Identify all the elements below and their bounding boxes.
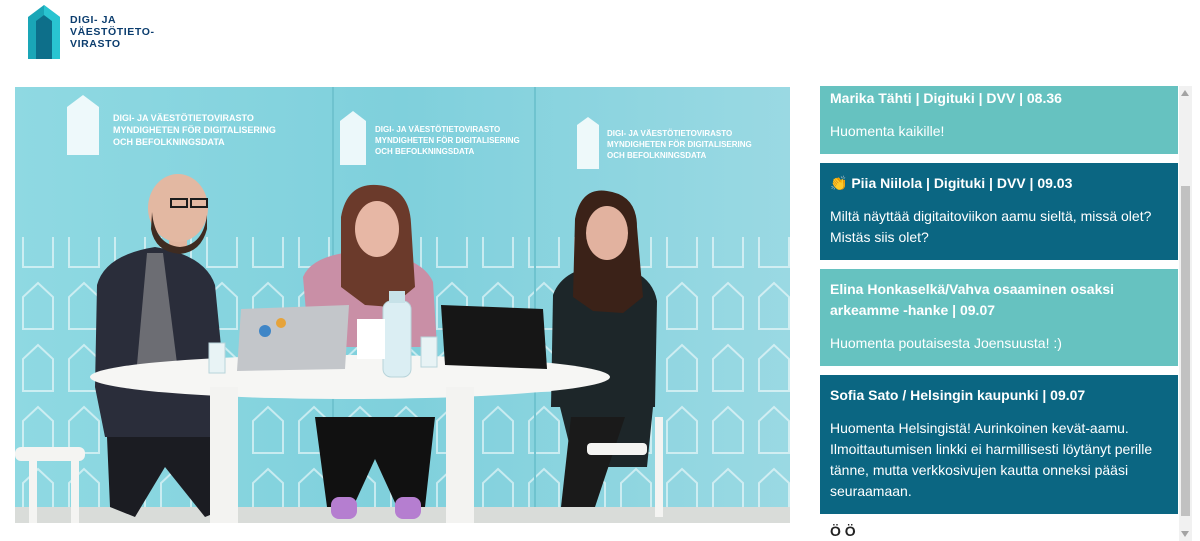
dvv-logo-icon xyxy=(28,5,60,59)
chat-message-author: Sofia Sato / Helsingin kaupunki | 09.07 xyxy=(830,387,1086,403)
water-bottle xyxy=(382,291,412,378)
chat-message-text: Huomenta poutaisesta Joensuusta! :) xyxy=(830,335,1062,351)
chat-message-author: Elina Honkaselkä/Vahva osaaminen osaksi … xyxy=(830,281,1115,318)
backdrop-text-8: MYNDIGHETEN FÖR DIGITALISERING xyxy=(607,140,752,149)
chat-panel[interactable]: Marika Tähti | Digituki | DVV | 08.36 Hu… xyxy=(820,86,1178,541)
chat-message: Sofia Sato / Helsingin kaupunki | 09.07 … xyxy=(820,375,1178,514)
video-frame: DIGI- JA VÄESTÖTIETOVIRASTO MYNDIGHETEN … xyxy=(15,87,790,523)
backdrop-text-7: DIGI- JA VÄESTÖTIETOVIRASTO xyxy=(607,129,732,138)
dvv-logo[interactable]: DIGI- JA VÄESTÖTIETO- VIRASTO xyxy=(24,3,155,61)
chat-message-text: Huomenta kaikille! xyxy=(830,123,945,139)
chat-message-text: Miltä näyttää digitaitoviikon aamu sielt… xyxy=(830,208,1152,245)
chat-message: Marika Tähti | Digituki | DVV | 08.36 Hu… xyxy=(820,86,1178,154)
logo-line-3: VIRASTO xyxy=(70,38,121,50)
backdrop-text-3: OCH BEFOLKNINGSDATA xyxy=(113,137,225,147)
backdrop-text-9: OCH BEFOLKNINGSDATA xyxy=(607,151,706,160)
scroll-down-icon[interactable] xyxy=(1181,531,1189,537)
scrollbar-thumb[interactable] xyxy=(1181,186,1190,516)
backdrop-text-4: DIGI- JA VÄESTÖTIETOVIRASTO xyxy=(375,125,500,134)
scroll-up-icon[interactable] xyxy=(1181,90,1189,96)
chat-message: Elina Honkaselkä/Vahva osaaminen osaksi … xyxy=(820,269,1178,366)
backdrop-text-5: MYNDIGHETEN FÖR DIGITALISERING xyxy=(375,136,520,145)
chat-message: 👏 Piia Niilola | Digituki | DVV | 09.03 … xyxy=(820,163,1178,260)
video-player[interactable]: DIGI- JA VÄESTÖTIETOVIRASTO MYNDIGHETEN … xyxy=(15,87,790,523)
logo-line-2: VÄESTÖTIETO- xyxy=(70,26,155,38)
chat-message-partial: Ö Ö xyxy=(830,523,856,537)
backdrop-text-6: OCH BEFOLKNINGSDATA xyxy=(375,147,474,156)
logo-line-1: DIGI- JA xyxy=(70,14,117,26)
chat-message-author: 👏 Piia Niilola | Digituki | DVV | 09.03 xyxy=(830,175,1073,191)
chat-scrollbar[interactable] xyxy=(1179,86,1192,541)
laptop-left xyxy=(237,305,349,371)
laptop-right xyxy=(441,305,547,369)
logo-text: DIGI- JA VÄESTÖTIETO- VIRASTO xyxy=(70,14,155,50)
chat-message-text: Huomenta Helsingistä! Aurinkoinen kevät-… xyxy=(830,420,1153,499)
backdrop-text-2: MYNDIGHETEN FÖR DIGITALISERING xyxy=(113,125,276,135)
chat-message-author: Marika Tähti | Digituki | DVV | 08.36 xyxy=(830,90,1062,106)
backdrop-text-1: DIGI- JA VÄESTÖTIETOVIRASTO xyxy=(113,113,254,123)
